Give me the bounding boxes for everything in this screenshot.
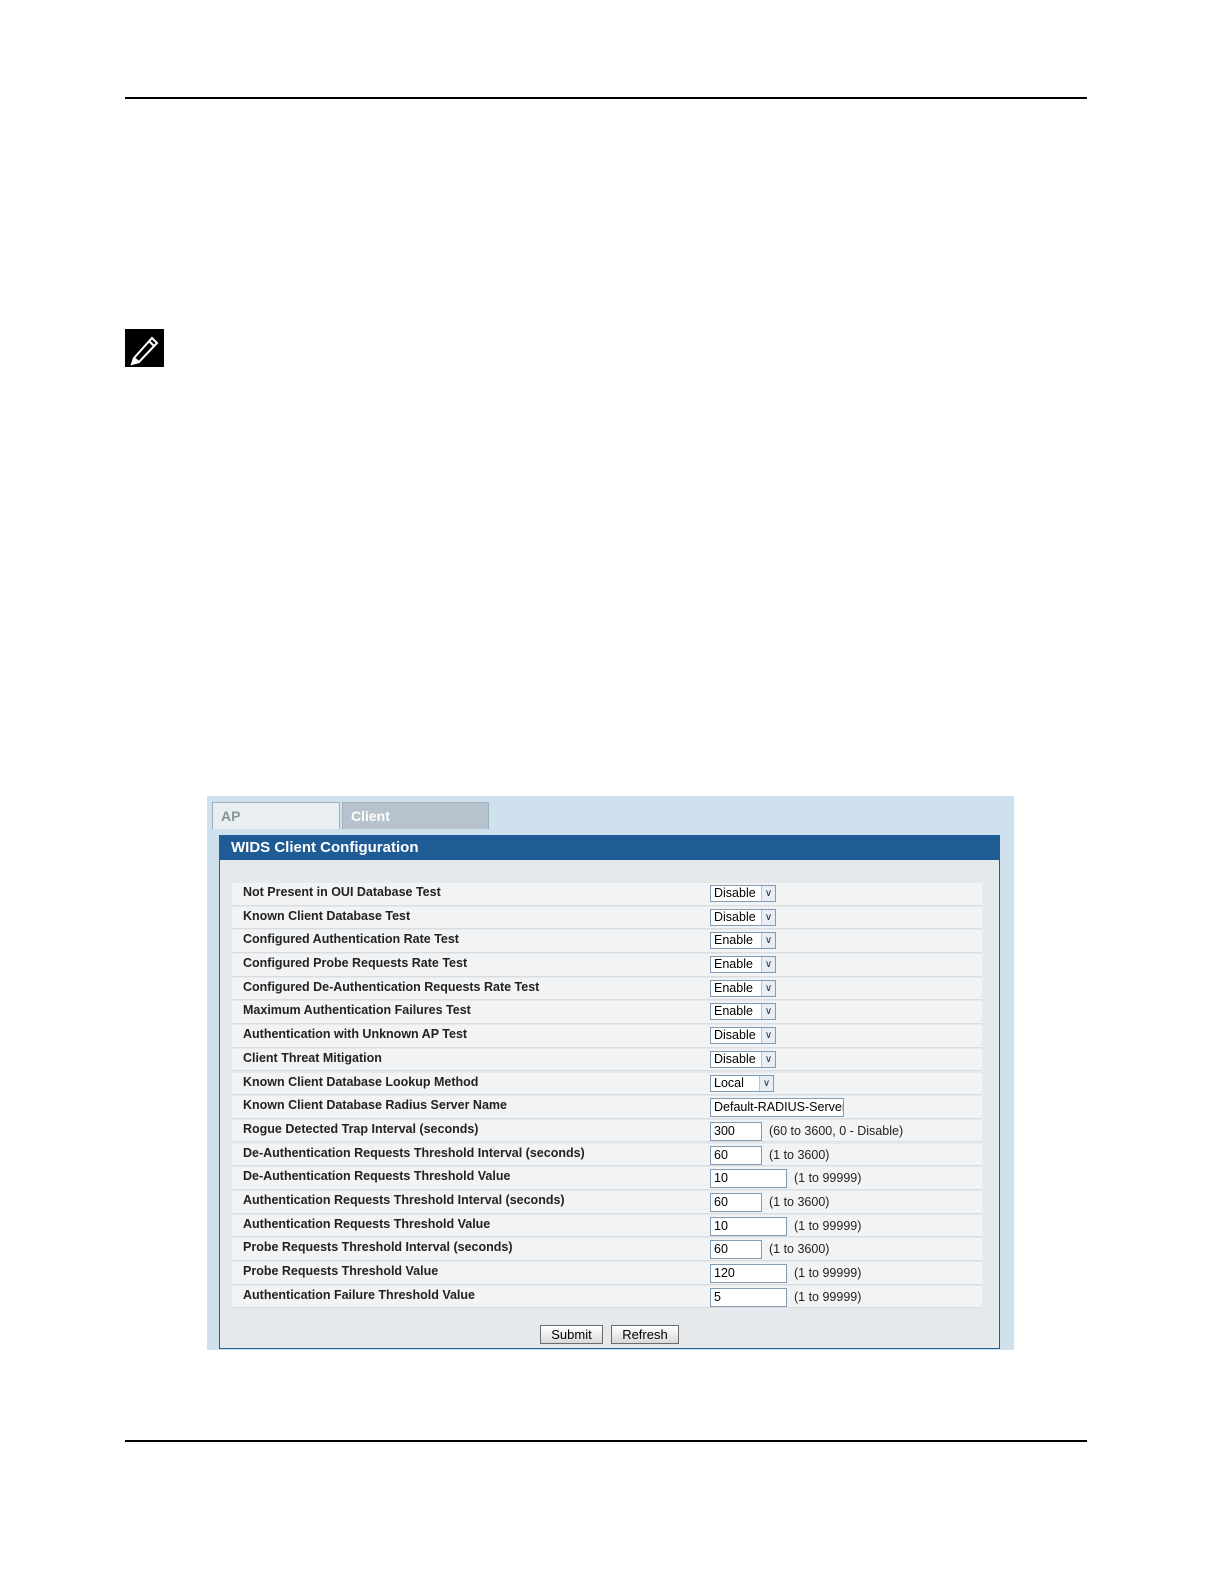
auth-failure-threshold-value-input[interactable]: 5 bbox=[710, 1287, 787, 1307]
setting-label: Probe Requests Threshold Value bbox=[243, 1264, 439, 1278]
range-hint: (1 to 99999) bbox=[794, 1289, 862, 1304]
setting-label: Client Threat Mitigation bbox=[243, 1050, 382, 1065]
range-hint: (1 to 99999) bbox=[794, 1266, 862, 1280]
known-client-database-test-select[interactable]: Disable ∨ bbox=[710, 908, 776, 926]
setting-label: De-Authentication Requests Threshold Val… bbox=[243, 1169, 511, 1184]
wids-client-configuration-screenshot: AP Configuration Client Configuration WI… bbox=[207, 796, 1014, 1350]
setting-label: Not Present in OUI Database Test bbox=[243, 885, 441, 899]
row-probe-requests-threshold-value: Probe Requests Threshold Value 120 (1 to … bbox=[232, 1262, 982, 1285]
authentication-rate-test-select[interactable]: Enable ∨ bbox=[710, 932, 776, 950]
row-probe-requests-threshold-interval: Probe Requests Threshold Interval (secon… bbox=[232, 1238, 982, 1261]
row-not-present-in-oui-database-test: Not Present in OUI Database Test Disable… bbox=[232, 883, 982, 906]
setting-label: Probe Requests Threshold Interval (secon… bbox=[243, 1240, 513, 1255]
chevron-down-icon[interactable]: ∨ bbox=[761, 957, 775, 973]
chevron-down-icon[interactable]: ∨ bbox=[761, 886, 775, 901]
setting-label: Maximum Authentication Failures Test bbox=[243, 1003, 471, 1018]
setting-label: Authentication Requests Threshold Value bbox=[243, 1216, 491, 1231]
form-buttons: Submit Refresh bbox=[220, 1325, 999, 1344]
row-authentication-with-unknown-ap-test: Authentication with Unknown AP Test Disa… bbox=[232, 1025, 982, 1048]
chevron-down-icon[interactable]: ∨ bbox=[761, 1028, 775, 1044]
radius-server-name-input[interactable]: Default-RADIUS-Server bbox=[710, 1098, 844, 1118]
chevron-down-icon[interactable]: ∨ bbox=[761, 1004, 775, 1020]
chevron-down-icon[interactable]: ∨ bbox=[761, 1051, 775, 1067]
setting-label: Known Client Database Radius Server Name bbox=[243, 1098, 507, 1113]
range-hint: (1 to 3600) bbox=[769, 1194, 830, 1209]
row-de-authentication-threshold-interval: De-Authentication Requests Threshold Int… bbox=[232, 1143, 982, 1167]
row-known-client-database-test: Known Client Database Test Disable ∨ bbox=[232, 906, 982, 930]
chevron-down-icon[interactable]: ∨ bbox=[761, 980, 775, 996]
setting-label: Known Client Database Test bbox=[243, 908, 411, 923]
range-hint: (1 to 3600) bbox=[769, 1147, 830, 1162]
row-maximum-authentication-failures-test: Maximum Authentication Failures Test Ena… bbox=[232, 1001, 982, 1025]
setting-label: Configured Probe Requests Rate Test bbox=[243, 956, 468, 971]
setting-label: Authentication with Unknown AP Test bbox=[243, 1027, 468, 1042]
row-de-authentication-threshold-value: De-Authentication Requests Threshold Val… bbox=[232, 1167, 982, 1190]
lookup-method-select[interactable]: Local ∨ bbox=[710, 1074, 774, 1092]
de-auth-threshold-interval-input[interactable]: 60 bbox=[710, 1145, 762, 1165]
row-known-client-database-radius-server-name: Known Client Database Radius Server Name… bbox=[232, 1096, 982, 1119]
range-hint: (1 to 3600) bbox=[769, 1242, 830, 1257]
header-rule bbox=[125, 97, 1087, 99]
wids-client-configuration-panel: WIDS Client Configuration Not Present in… bbox=[219, 835, 1000, 1349]
tab-client-configuration[interactable]: Client Configuration bbox=[342, 802, 489, 850]
row-configured-authentication-rate-test: Configured Authentication Rate Test Enab… bbox=[232, 930, 982, 953]
chevron-down-icon[interactable]: ∨ bbox=[759, 1075, 773, 1091]
client-threat-mitigation-select[interactable]: Disable ∨ bbox=[710, 1050, 776, 1068]
row-authentication-requests-threshold-value: Authentication Requests Threshold Value … bbox=[232, 1214, 982, 1238]
row-known-client-database-lookup-method: Known Client Database Lookup Method Loca… bbox=[232, 1072, 982, 1096]
chevron-down-icon[interactable]: ∨ bbox=[761, 933, 775, 949]
setting-label: Known Client Database Lookup Method bbox=[243, 1074, 479, 1089]
panel-title: WIDS Client Configuration bbox=[220, 836, 999, 860]
oui-database-test-select[interactable]: Disable ∨ bbox=[710, 885, 776, 902]
rogue-trap-interval-input[interactable]: 300 bbox=[710, 1121, 762, 1141]
unknown-ap-test-select[interactable]: Disable ∨ bbox=[710, 1027, 776, 1045]
range-hint: (1 to 99999) bbox=[794, 1218, 862, 1233]
setting-label: Authentication Failure Threshold Value bbox=[243, 1287, 475, 1302]
row-configured-de-authentication-requests-rate-test: Configured De-Authentication Requests Ra… bbox=[232, 977, 982, 1001]
chevron-down-icon[interactable]: ∨ bbox=[761, 909, 775, 925]
setting-label: Configured De-Authentication Requests Ra… bbox=[243, 979, 540, 994]
tab-ap-configuration[interactable]: AP Configuration bbox=[212, 802, 340, 850]
probe-requests-rate-test-select[interactable]: Enable ∨ bbox=[710, 956, 776, 974]
setting-label: De-Authentication Requests Threshold Int… bbox=[243, 1145, 585, 1160]
auth-threshold-value-input[interactable]: 10 bbox=[710, 1216, 787, 1236]
authentication-failures-test-select[interactable]: Enable ∨ bbox=[710, 1003, 776, 1021]
range-hint: (60 to 3600, 0 - Disable) bbox=[769, 1123, 904, 1138]
range-hint: (1 to 99999) bbox=[794, 1171, 862, 1186]
de-auth-threshold-value-input[interactable]: 10 bbox=[710, 1169, 787, 1189]
settings-table: Not Present in OUI Database Test Disable… bbox=[232, 883, 982, 1309]
setting-label: Rogue Detected Trap Interval (seconds) bbox=[243, 1121, 479, 1136]
auth-threshold-interval-input[interactable]: 60 bbox=[710, 1192, 762, 1212]
setting-label: Configured Authentication Rate Test bbox=[243, 932, 459, 947]
footer-rule bbox=[125, 1440, 1087, 1442]
setting-label: Authentication Requests Threshold Interv… bbox=[243, 1192, 565, 1207]
row-configured-probe-requests-rate-test: Configured Probe Requests Rate Test Enab… bbox=[232, 954, 982, 977]
note-pencil-icon bbox=[125, 329, 164, 367]
row-client-threat-mitigation: Client Threat Mitigation Disable ∨ bbox=[232, 1048, 982, 1072]
submit-button[interactable]: Submit bbox=[540, 1325, 603, 1344]
row-authentication-failure-threshold-value: Authentication Failure Threshold Value 5… bbox=[232, 1285, 982, 1309]
probe-threshold-value-input[interactable]: 120 bbox=[710, 1264, 787, 1283]
refresh-button[interactable]: Refresh bbox=[611, 1325, 679, 1344]
de-authentication-rate-test-select[interactable]: Enable ∨ bbox=[710, 979, 776, 997]
row-rogue-detected-trap-interval: Rogue Detected Trap Interval (seconds) 3… bbox=[232, 1119, 982, 1143]
row-authentication-requests-threshold-interval: Authentication Requests Threshold Interv… bbox=[232, 1190, 982, 1214]
probe-threshold-interval-input[interactable]: 60 bbox=[710, 1240, 762, 1260]
